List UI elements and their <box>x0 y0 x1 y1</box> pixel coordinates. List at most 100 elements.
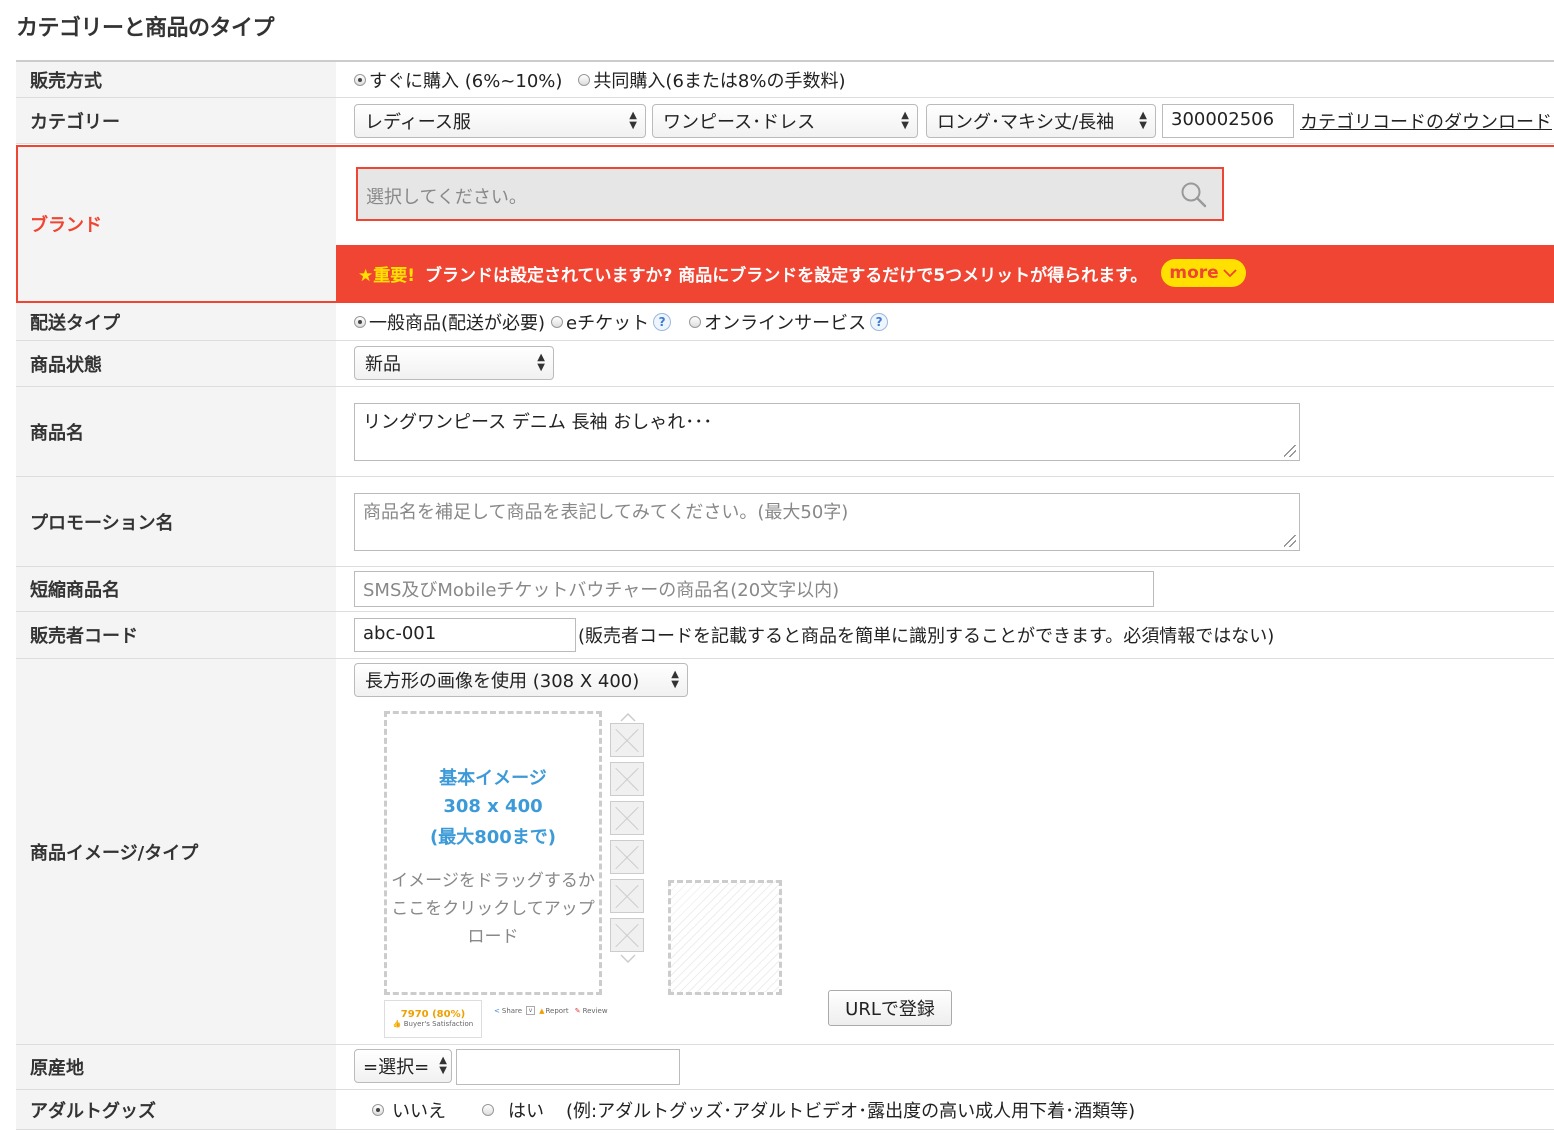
condition-select[interactable]: 新品 ▲ ▼ <box>354 346 554 380</box>
origin-select[interactable]: =選択= ▲ ▼ <box>354 1049 452 1083</box>
product-name-textarea[interactable]: リングワンピース デニム 長袖 おしゃれ･･･ <box>354 403 1300 461</box>
row-origin: 原産地 =選択= ▲ ▼ <box>16 1045 1554 1090</box>
brand-search-input[interactable]: 選択してください。 <box>366 183 527 209</box>
select-arrows-icon: ▲ ▼ <box>901 110 909 131</box>
category-code-download-link[interactable]: カテゴリコードのダウンロード <box>1300 108 1552 134</box>
short-name-label: 短縮商品名 <box>16 567 336 611</box>
seller-code-note: (販売者コードを記載すると商品を簡単に識別することができます。必須情報ではない) <box>578 626 1275 647</box>
thumbnail-slot[interactable] <box>610 801 644 835</box>
product-name-label: 商品名 <box>16 387 336 476</box>
brand-label-cell: ブランド <box>18 147 336 301</box>
sales-method-radio-group[interactable]: 共同購入(6または8%の手数料) <box>578 67 845 93</box>
radio-dot-icon <box>689 315 702 328</box>
row-delivery-type: 配送タイプ 一般商品(配送が必要) eチケット ? オンラインサービス ? <box>16 303 1554 341</box>
origin-label: 原産地 <box>16 1045 336 1089</box>
select-arrows-icon: ▲ ▼ <box>629 110 637 131</box>
brand-notice-star: ★重要! <box>358 265 415 286</box>
share-report-review-bar: < Share v ▲ Report ✎ Review <box>494 1006 608 1015</box>
row-product-name: 商品名 リングワンピース デニム 長袖 おしゃれ･･･ <box>16 387 1554 477</box>
radio-dot-icon <box>578 73 591 86</box>
row-adult-goods: アダルトグッズ いいえ はい (例:アダルトグッズ･アダルトビデオ･露出度の高い… <box>16 1090 1554 1130</box>
dropdown-icon: v <box>526 1006 536 1015</box>
pencil-icon: ✎ <box>574 1006 581 1015</box>
thumbnail-slot[interactable] <box>610 918 644 952</box>
category-select-level1[interactable]: レディース服 ▲ ▼ <box>354 104 646 138</box>
brand-label: ブランド <box>30 215 102 236</box>
condition-label: 商品状態 <box>16 341 336 386</box>
resize-grip-icon[interactable] <box>1284 535 1296 547</box>
main-image-title: 基本イメージ <box>439 768 547 789</box>
thumbs-up-icon: 👍 <box>392 1020 402 1028</box>
satisfaction-label: Buyer's Satisfaction <box>403 1020 474 1028</box>
adult-goods-radio-yes[interactable]: はい <box>482 1097 544 1123</box>
brand-more-button[interactable]: more <box>1161 259 1246 287</box>
thumbnail-slot[interactable] <box>610 723 644 757</box>
row-promotion-name: プロモーション名 商品名を補足して商品を表記してみてください。(最大50字) <box>16 477 1554 567</box>
report-label: Report <box>545 1006 569 1015</box>
select-arrows-icon: ▲ ▼ <box>671 669 679 690</box>
delivery-radio-eticket[interactable]: eチケット <box>551 309 649 335</box>
seller-code-input[interactable]: abc-001 <box>354 618 576 652</box>
sub-image-placeholder[interactable] <box>668 880 782 995</box>
search-icon[interactable] <box>1180 181 1208 209</box>
category-select-level3[interactable]: ロング･マキシ丈/長袖 ▲ ▼ <box>926 104 1156 138</box>
share-label: Share <box>501 1006 523 1015</box>
category-code-input[interactable]: 300002506 <box>1162 104 1294 138</box>
thumbnail-slot[interactable] <box>610 879 644 913</box>
row-short-name: 短縮商品名 SMS及びMobileチケットバウチャーの商品名(20文字以内) <box>16 567 1554 612</box>
satisfaction-value: 7970 (80%) <box>400 1009 466 1020</box>
chevron-up-icon[interactable] <box>618 711 638 723</box>
main-image-limit: (最大800まで) <box>429 827 557 848</box>
upload-hint: イメージをドラッグするかここをクリックしてアップロード <box>391 871 595 947</box>
adult-goods-radio-no[interactable]: いいえ <box>372 1097 446 1123</box>
row-sales-method: 販売方式 すぐに購入 (6%~10%) 共同購入(6または8%の手数料) <box>16 60 1554 98</box>
main-image-dropzone[interactable]: 基本イメージ 308 x 400 (最大800まで) イメージをドラッグするかこ… <box>384 711 602 995</box>
register-by-url-button[interactable]: URLで登録 <box>828 990 952 1026</box>
thumbnail-slot[interactable] <box>610 840 644 874</box>
seller-code-label: 販売者コード <box>16 612 336 658</box>
warning-icon: ▲ <box>539 1006 545 1015</box>
brand-notice-bar: ★重要! ブランドは設定されていますか? 商品にブランドを設定するだけで5つメリ… <box>336 245 1554 301</box>
short-name-input[interactable]: SMS及びMobileチケットバウチャーの商品名(20文字以内) <box>354 571 1154 607</box>
row-seller-code: 販売者コード abc-001 (販売者コードを記載すると商品を簡単に識別すること… <box>16 612 1554 659</box>
delivery-type-label: 配送タイプ <box>16 303 336 340</box>
origin-input[interactable] <box>456 1049 680 1085</box>
image-type-select[interactable]: 長方形の画像を使用 (308 X 400) ▲ ▼ <box>354 663 688 697</box>
brand-notice-text: ブランドは設定されていますか? 商品にブランドを設定するだけで5つメリットが得ら… <box>425 265 1148 286</box>
select-arrows-icon: ▲ ▼ <box>1139 110 1147 131</box>
radio-dot-selected-icon <box>354 73 366 86</box>
page-title: カテゴリーと商品のタイプ <box>16 16 275 41</box>
review-label: Review <box>582 1006 608 1015</box>
row-category: カテゴリー レディース服 ▲ ▼ ワンピース･ドレス ▲ ▼ ロング･マキシ丈/長袖… <box>16 98 1554 144</box>
row-product-image: 商品イメージ/タイプ 長方形の画像を使用 (308 X 400) ▲ ▼ 基本イメ… <box>16 659 1554 1045</box>
online-service-help-icon[interactable]: ? <box>870 312 889 331</box>
resize-grip-icon[interactable] <box>1284 445 1296 457</box>
share-icon: < <box>494 1006 500 1015</box>
delivery-radio-general[interactable]: 一般商品(配送が必要) <box>354 309 545 335</box>
select-arrows-icon: ▲ ▼ <box>439 1055 447 1076</box>
chevron-down-icon[interactable] <box>618 953 638 965</box>
sales-method-radio-instant[interactable]: すぐに購入 (6%~10%) <box>354 67 562 93</box>
radio-dot-selected-icon <box>372 1103 384 1116</box>
radio-dot-icon <box>482 1103 494 1116</box>
product-image-label: 商品イメージ/タイプ <box>16 659 336 1044</box>
main-image-size: 308 x 400 <box>443 796 543 817</box>
promotion-name-label: プロモーション名 <box>16 477 336 566</box>
delivery-radio-online[interactable]: オンラインサービス <box>689 309 866 335</box>
brand-section: ブランド 選択してください。 ★重要! ブランドは設定されていますか? 商品にブ… <box>16 145 1554 303</box>
sales-method-label: 販売方式 <box>16 62 336 97</box>
select-arrows-icon: ▲ ▼ <box>537 352 545 373</box>
satisfaction-badge: 7970 (80%) 👍 Buyer's Satisfaction <box>384 1000 482 1038</box>
category-select-level2[interactable]: ワンピース･ドレス ▲ ▼ <box>652 104 918 138</box>
adult-goods-note: (例:アダルトグッズ･アダルトビデオ･露出度の高い成人用下着･酒類等) <box>566 1100 1136 1122</box>
row-condition: 商品状態 新品 ▲ ▼ <box>16 341 1554 387</box>
radio-dot-icon <box>551 315 564 328</box>
thumbnail-slot[interactable] <box>610 762 644 796</box>
chevron-down-icon <box>1223 269 1237 278</box>
category-label: カテゴリー <box>16 98 336 143</box>
brand-search-box[interactable]: 選択してください。 <box>356 167 1224 221</box>
adult-goods-label: アダルトグッズ <box>16 1090 336 1129</box>
eticket-help-icon[interactable]: ? <box>653 312 672 331</box>
radio-dot-selected-icon <box>354 315 366 328</box>
promotion-name-textarea[interactable]: 商品名を補足して商品を表記してみてください。(最大50字) <box>354 493 1300 551</box>
